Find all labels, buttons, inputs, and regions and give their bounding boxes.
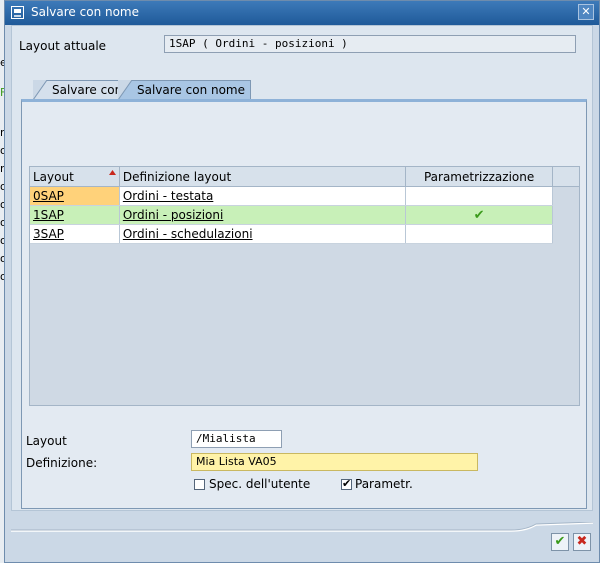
current-layout-field[interactable]: 1SAP ( Ordini - posizioni ) — [164, 35, 576, 53]
checkmark-icon: ✔ — [554, 534, 566, 549]
close-icon: ✕ — [581, 5, 591, 18]
dialog-title: Salvare con nome — [31, 5, 140, 19]
cell-layout[interactable]: 0SAP — [30, 186, 120, 206]
table-row[interactable]: 0SAP Ordini - testata — [30, 186, 579, 206]
layout-name-input[interactable]: /Mialista — [191, 430, 282, 448]
table-row[interactable]: 3SAP Ordini - schedulazioni — [30, 224, 579, 244]
row-spacer — [552, 186, 579, 206]
checkmark-icon: ✔ — [405, 205, 554, 225]
row-spacer — [552, 205, 579, 225]
cancel-icon: ✖ — [576, 534, 588, 549]
confirm-button[interactable]: ✔ — [551, 533, 569, 551]
cell-definition[interactable]: Ordini - schedulazioni — [119, 224, 407, 244]
checkbox-tick-icon: ✔ — [342, 477, 352, 490]
definition-link[interactable]: Ordini - testata — [123, 189, 213, 203]
column-header-definition[interactable]: Definizione layout — [119, 167, 407, 187]
cell-param — [405, 186, 554, 206]
cell-param — [405, 224, 554, 244]
title-bar: Salvare con nome ✕ — [5, 1, 599, 25]
layout-link[interactable]: 3SAP — [33, 227, 64, 241]
cancel-button[interactable]: ✖ — [573, 533, 591, 551]
save-as-icon — [11, 6, 24, 19]
parametrization-checkbox[interactable]: ✔ — [341, 477, 352, 490]
column-header-label: Parametrizzazione — [423, 169, 535, 184]
tab-label: Salvare con nome — [137, 83, 246, 97]
tab-corner — [33, 80, 47, 100]
user-specific-checkbox[interactable] — [194, 479, 205, 490]
cell-definition[interactable]: Ordini - posizioni — [119, 205, 407, 225]
cell-layout[interactable]: 1SAP — [30, 205, 120, 225]
layout-table: Layout Definizione layout Parametrizzazi… — [30, 167, 579, 244]
definition-input[interactable]: Mia Lista VA05 — [191, 453, 478, 471]
column-header-param[interactable]: Parametrizzazione — [405, 167, 554, 187]
layout-link[interactable]: 0SAP — [33, 189, 64, 203]
current-layout-label: Layout attuale — [19, 39, 107, 53]
table-header-row: Layout Definizione layout Parametrizzazi… — [30, 167, 579, 187]
column-header-layout[interactable]: Layout — [30, 167, 120, 187]
tab-label: Salvare con — [52, 83, 123, 97]
cell-layout[interactable]: 3SAP — [30, 224, 120, 244]
column-header-spacer — [552, 167, 579, 187]
definition-link[interactable]: Ordini - posizioni — [123, 208, 223, 222]
tab-corner — [118, 80, 132, 100]
layout-link[interactable]: 1SAP — [33, 208, 64, 222]
parametrization-label: Parametr. — [355, 477, 413, 491]
layout-grid: Layout Definizione layout Parametrizzazi… — [29, 166, 580, 406]
table-row-selected[interactable]: 1SAP Ordini - posizioni ✔ — [30, 205, 579, 225]
row-spacer — [552, 224, 579, 244]
close-button[interactable]: ✕ — [578, 4, 594, 20]
footer-divider — [11, 522, 593, 532]
definition-label: Definizione: — [26, 456, 98, 470]
column-header-label: Definizione layout — [122, 169, 232, 184]
definition-link[interactable]: Ordini - schedulazioni — [123, 227, 253, 241]
sort-ascending-icon — [108, 170, 116, 175]
column-header-label: Layout — [33, 169, 74, 184]
tab-save-as[interactable]: Salvare con — [33, 80, 126, 100]
save-as-dialog: Salvare con nome ✕ Layout attuale 1SAP (… — [4, 0, 600, 563]
layout-name-label: Layout — [26, 434, 67, 448]
tab-save-with-name[interactable]: Salvare con nome — [118, 80, 251, 100]
user-specific-label: Spec. dell'utente — [209, 477, 311, 491]
cell-definition[interactable]: Ordini - testata — [119, 186, 407, 206]
